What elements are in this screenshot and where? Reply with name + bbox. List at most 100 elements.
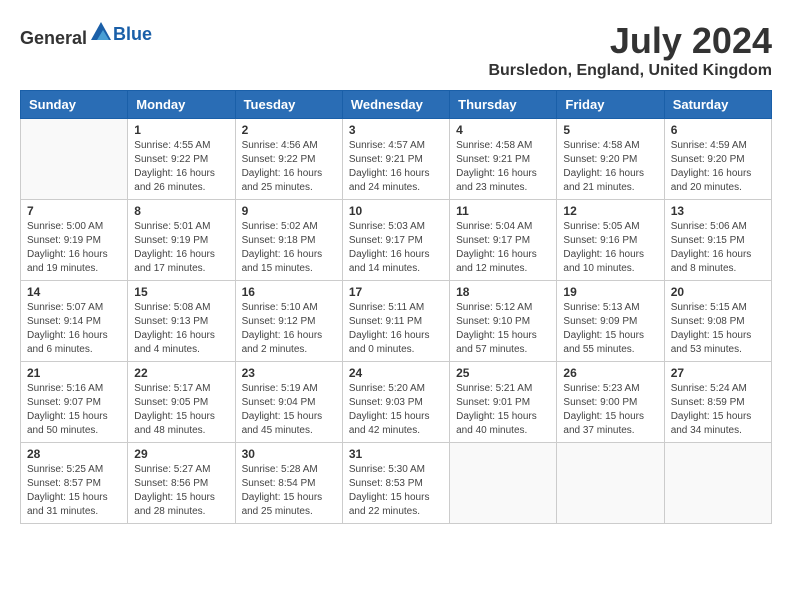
day-number: 28 — [27, 447, 121, 461]
header-friday: Friday — [557, 91, 664, 119]
day-info: Sunrise: 5:05 AMSunset: 9:16 PMDaylight:… — [563, 220, 657, 276]
page-header: General Blue July 2024 Bursledon, Englan… — [20, 20, 772, 80]
calendar-cell: 20 Sunrise: 5:15 AMSunset: 9:08 PMDaylig… — [664, 281, 771, 362]
header-sunday: Sunday — [21, 91, 128, 119]
day-number: 10 — [349, 204, 443, 218]
day-number: 5 — [563, 123, 657, 137]
day-number: 18 — [456, 285, 550, 299]
calendar-cell: 29 Sunrise: 5:27 AMSunset: 8:56 PMDaylig… — [128, 443, 235, 524]
day-info: Sunrise: 5:07 AMSunset: 9:14 PMDaylight:… — [27, 301, 121, 357]
day-number: 25 — [456, 366, 550, 380]
calendar-cell: 17 Sunrise: 5:11 AMSunset: 9:11 PMDaylig… — [342, 281, 449, 362]
day-info: Sunrise: 5:21 AMSunset: 9:01 PMDaylight:… — [456, 382, 550, 438]
logo: General Blue — [20, 20, 152, 49]
day-info: Sunrise: 5:16 AMSunset: 9:07 PMDaylight:… — [27, 382, 121, 438]
calendar-cell: 8 Sunrise: 5:01 AMSunset: 9:19 PMDayligh… — [128, 200, 235, 281]
day-number: 20 — [671, 285, 765, 299]
calendar-cell: 30 Sunrise: 5:28 AMSunset: 8:54 PMDaylig… — [235, 443, 342, 524]
day-number: 1 — [134, 123, 228, 137]
day-info: Sunrise: 5:11 AMSunset: 9:11 PMDaylight:… — [349, 301, 443, 357]
calendar-cell: 28 Sunrise: 5:25 AMSunset: 8:57 PMDaylig… — [21, 443, 128, 524]
day-info: Sunrise: 5:19 AMSunset: 9:04 PMDaylight:… — [242, 382, 336, 438]
day-info: Sunrise: 4:58 AMSunset: 9:20 PMDaylight:… — [563, 139, 657, 195]
calendar-cell: 5 Sunrise: 4:58 AMSunset: 9:20 PMDayligh… — [557, 119, 664, 200]
day-info: Sunrise: 4:57 AMSunset: 9:21 PMDaylight:… — [349, 139, 443, 195]
day-number: 2 — [242, 123, 336, 137]
day-info: Sunrise: 5:06 AMSunset: 9:15 PMDaylight:… — [671, 220, 765, 276]
calendar-cell: 10 Sunrise: 5:03 AMSunset: 9:17 PMDaylig… — [342, 200, 449, 281]
day-info: Sunrise: 5:30 AMSunset: 8:53 PMDaylight:… — [349, 463, 443, 519]
calendar-cell: 11 Sunrise: 5:04 AMSunset: 9:17 PMDaylig… — [450, 200, 557, 281]
calendar-table: Sunday Monday Tuesday Wednesday Thursday… — [20, 90, 772, 524]
calendar-cell — [664, 443, 771, 524]
calendar-cell: 19 Sunrise: 5:13 AMSunset: 9:09 PMDaylig… — [557, 281, 664, 362]
day-number: 31 — [349, 447, 443, 461]
day-info: Sunrise: 5:12 AMSunset: 9:10 PMDaylight:… — [456, 301, 550, 357]
day-number: 22 — [134, 366, 228, 380]
day-number: 3 — [349, 123, 443, 137]
header-thursday: Thursday — [450, 91, 557, 119]
day-number: 11 — [456, 204, 550, 218]
day-info: Sunrise: 5:27 AMSunset: 8:56 PMDaylight:… — [134, 463, 228, 519]
day-number: 19 — [563, 285, 657, 299]
day-info: Sunrise: 4:58 AMSunset: 9:21 PMDaylight:… — [456, 139, 550, 195]
day-number: 21 — [27, 366, 121, 380]
calendar-cell: 15 Sunrise: 5:08 AMSunset: 9:13 PMDaylig… — [128, 281, 235, 362]
day-number: 8 — [134, 204, 228, 218]
calendar-header-row: Sunday Monday Tuesday Wednesday Thursday… — [21, 91, 772, 119]
day-info: Sunrise: 5:28 AMSunset: 8:54 PMDaylight:… — [242, 463, 336, 519]
calendar-cell: 25 Sunrise: 5:21 AMSunset: 9:01 PMDaylig… — [450, 362, 557, 443]
day-number: 7 — [27, 204, 121, 218]
calendar-cell: 27 Sunrise: 5:24 AMSunset: 8:59 PMDaylig… — [664, 362, 771, 443]
calendar-cell: 31 Sunrise: 5:30 AMSunset: 8:53 PMDaylig… — [342, 443, 449, 524]
day-info: Sunrise: 5:25 AMSunset: 8:57 PMDaylight:… — [27, 463, 121, 519]
day-number: 4 — [456, 123, 550, 137]
day-number: 24 — [349, 366, 443, 380]
day-number: 23 — [242, 366, 336, 380]
day-info: Sunrise: 5:01 AMSunset: 9:19 PMDaylight:… — [134, 220, 228, 276]
calendar-cell: 21 Sunrise: 5:16 AMSunset: 9:07 PMDaylig… — [21, 362, 128, 443]
calendar-cell: 4 Sunrise: 4:58 AMSunset: 9:21 PMDayligh… — [450, 119, 557, 200]
logo-icon — [89, 20, 113, 44]
day-info: Sunrise: 5:10 AMSunset: 9:12 PMDaylight:… — [242, 301, 336, 357]
calendar-cell: 18 Sunrise: 5:12 AMSunset: 9:10 PMDaylig… — [450, 281, 557, 362]
calendar-cell: 24 Sunrise: 5:20 AMSunset: 9:03 PMDaylig… — [342, 362, 449, 443]
day-number: 27 — [671, 366, 765, 380]
calendar-cell: 2 Sunrise: 4:56 AMSunset: 9:22 PMDayligh… — [235, 119, 342, 200]
day-number: 17 — [349, 285, 443, 299]
calendar-cell: 23 Sunrise: 5:19 AMSunset: 9:04 PMDaylig… — [235, 362, 342, 443]
day-info: Sunrise: 5:20 AMSunset: 9:03 PMDaylight:… — [349, 382, 443, 438]
day-info: Sunrise: 5:08 AMSunset: 9:13 PMDaylight:… — [134, 301, 228, 357]
location-subtitle: Bursledon, England, United Kingdom — [488, 62, 772, 80]
day-info: Sunrise: 5:13 AMSunset: 9:09 PMDaylight:… — [563, 301, 657, 357]
header-saturday: Saturday — [664, 91, 771, 119]
day-number: 26 — [563, 366, 657, 380]
calendar-cell — [557, 443, 664, 524]
calendar-cell: 12 Sunrise: 5:05 AMSunset: 9:16 PMDaylig… — [557, 200, 664, 281]
day-info: Sunrise: 4:56 AMSunset: 9:22 PMDaylight:… — [242, 139, 336, 195]
calendar-cell: 7 Sunrise: 5:00 AMSunset: 9:19 PMDayligh… — [21, 200, 128, 281]
day-number: 6 — [671, 123, 765, 137]
day-info: Sunrise: 5:02 AMSunset: 9:18 PMDaylight:… — [242, 220, 336, 276]
day-number: 16 — [242, 285, 336, 299]
logo-general: General — [20, 28, 87, 48]
calendar-cell: 9 Sunrise: 5:02 AMSunset: 9:18 PMDayligh… — [235, 200, 342, 281]
calendar-cell: 22 Sunrise: 5:17 AMSunset: 9:05 PMDaylig… — [128, 362, 235, 443]
header-monday: Monday — [128, 91, 235, 119]
calendar-week-row: 1 Sunrise: 4:55 AMSunset: 9:22 PMDayligh… — [21, 119, 772, 200]
day-info: Sunrise: 5:15 AMSunset: 9:08 PMDaylight:… — [671, 301, 765, 357]
logo-blue: Blue — [113, 24, 152, 44]
calendar-cell: 13 Sunrise: 5:06 AMSunset: 9:15 PMDaylig… — [664, 200, 771, 281]
day-info: Sunrise: 5:03 AMSunset: 9:17 PMDaylight:… — [349, 220, 443, 276]
calendar-week-row: 21 Sunrise: 5:16 AMSunset: 9:07 PMDaylig… — [21, 362, 772, 443]
calendar-cell: 1 Sunrise: 4:55 AMSunset: 9:22 PMDayligh… — [128, 119, 235, 200]
calendar-cell — [450, 443, 557, 524]
calendar-cell: 26 Sunrise: 5:23 AMSunset: 9:00 PMDaylig… — [557, 362, 664, 443]
day-number: 14 — [27, 285, 121, 299]
calendar-cell: 16 Sunrise: 5:10 AMSunset: 9:12 PMDaylig… — [235, 281, 342, 362]
calendar-week-row: 14 Sunrise: 5:07 AMSunset: 9:14 PMDaylig… — [21, 281, 772, 362]
calendar-cell: 14 Sunrise: 5:07 AMSunset: 9:14 PMDaylig… — [21, 281, 128, 362]
header-tuesday: Tuesday — [235, 91, 342, 119]
calendar-cell: 3 Sunrise: 4:57 AMSunset: 9:21 PMDayligh… — [342, 119, 449, 200]
day-info: Sunrise: 5:24 AMSunset: 8:59 PMDaylight:… — [671, 382, 765, 438]
